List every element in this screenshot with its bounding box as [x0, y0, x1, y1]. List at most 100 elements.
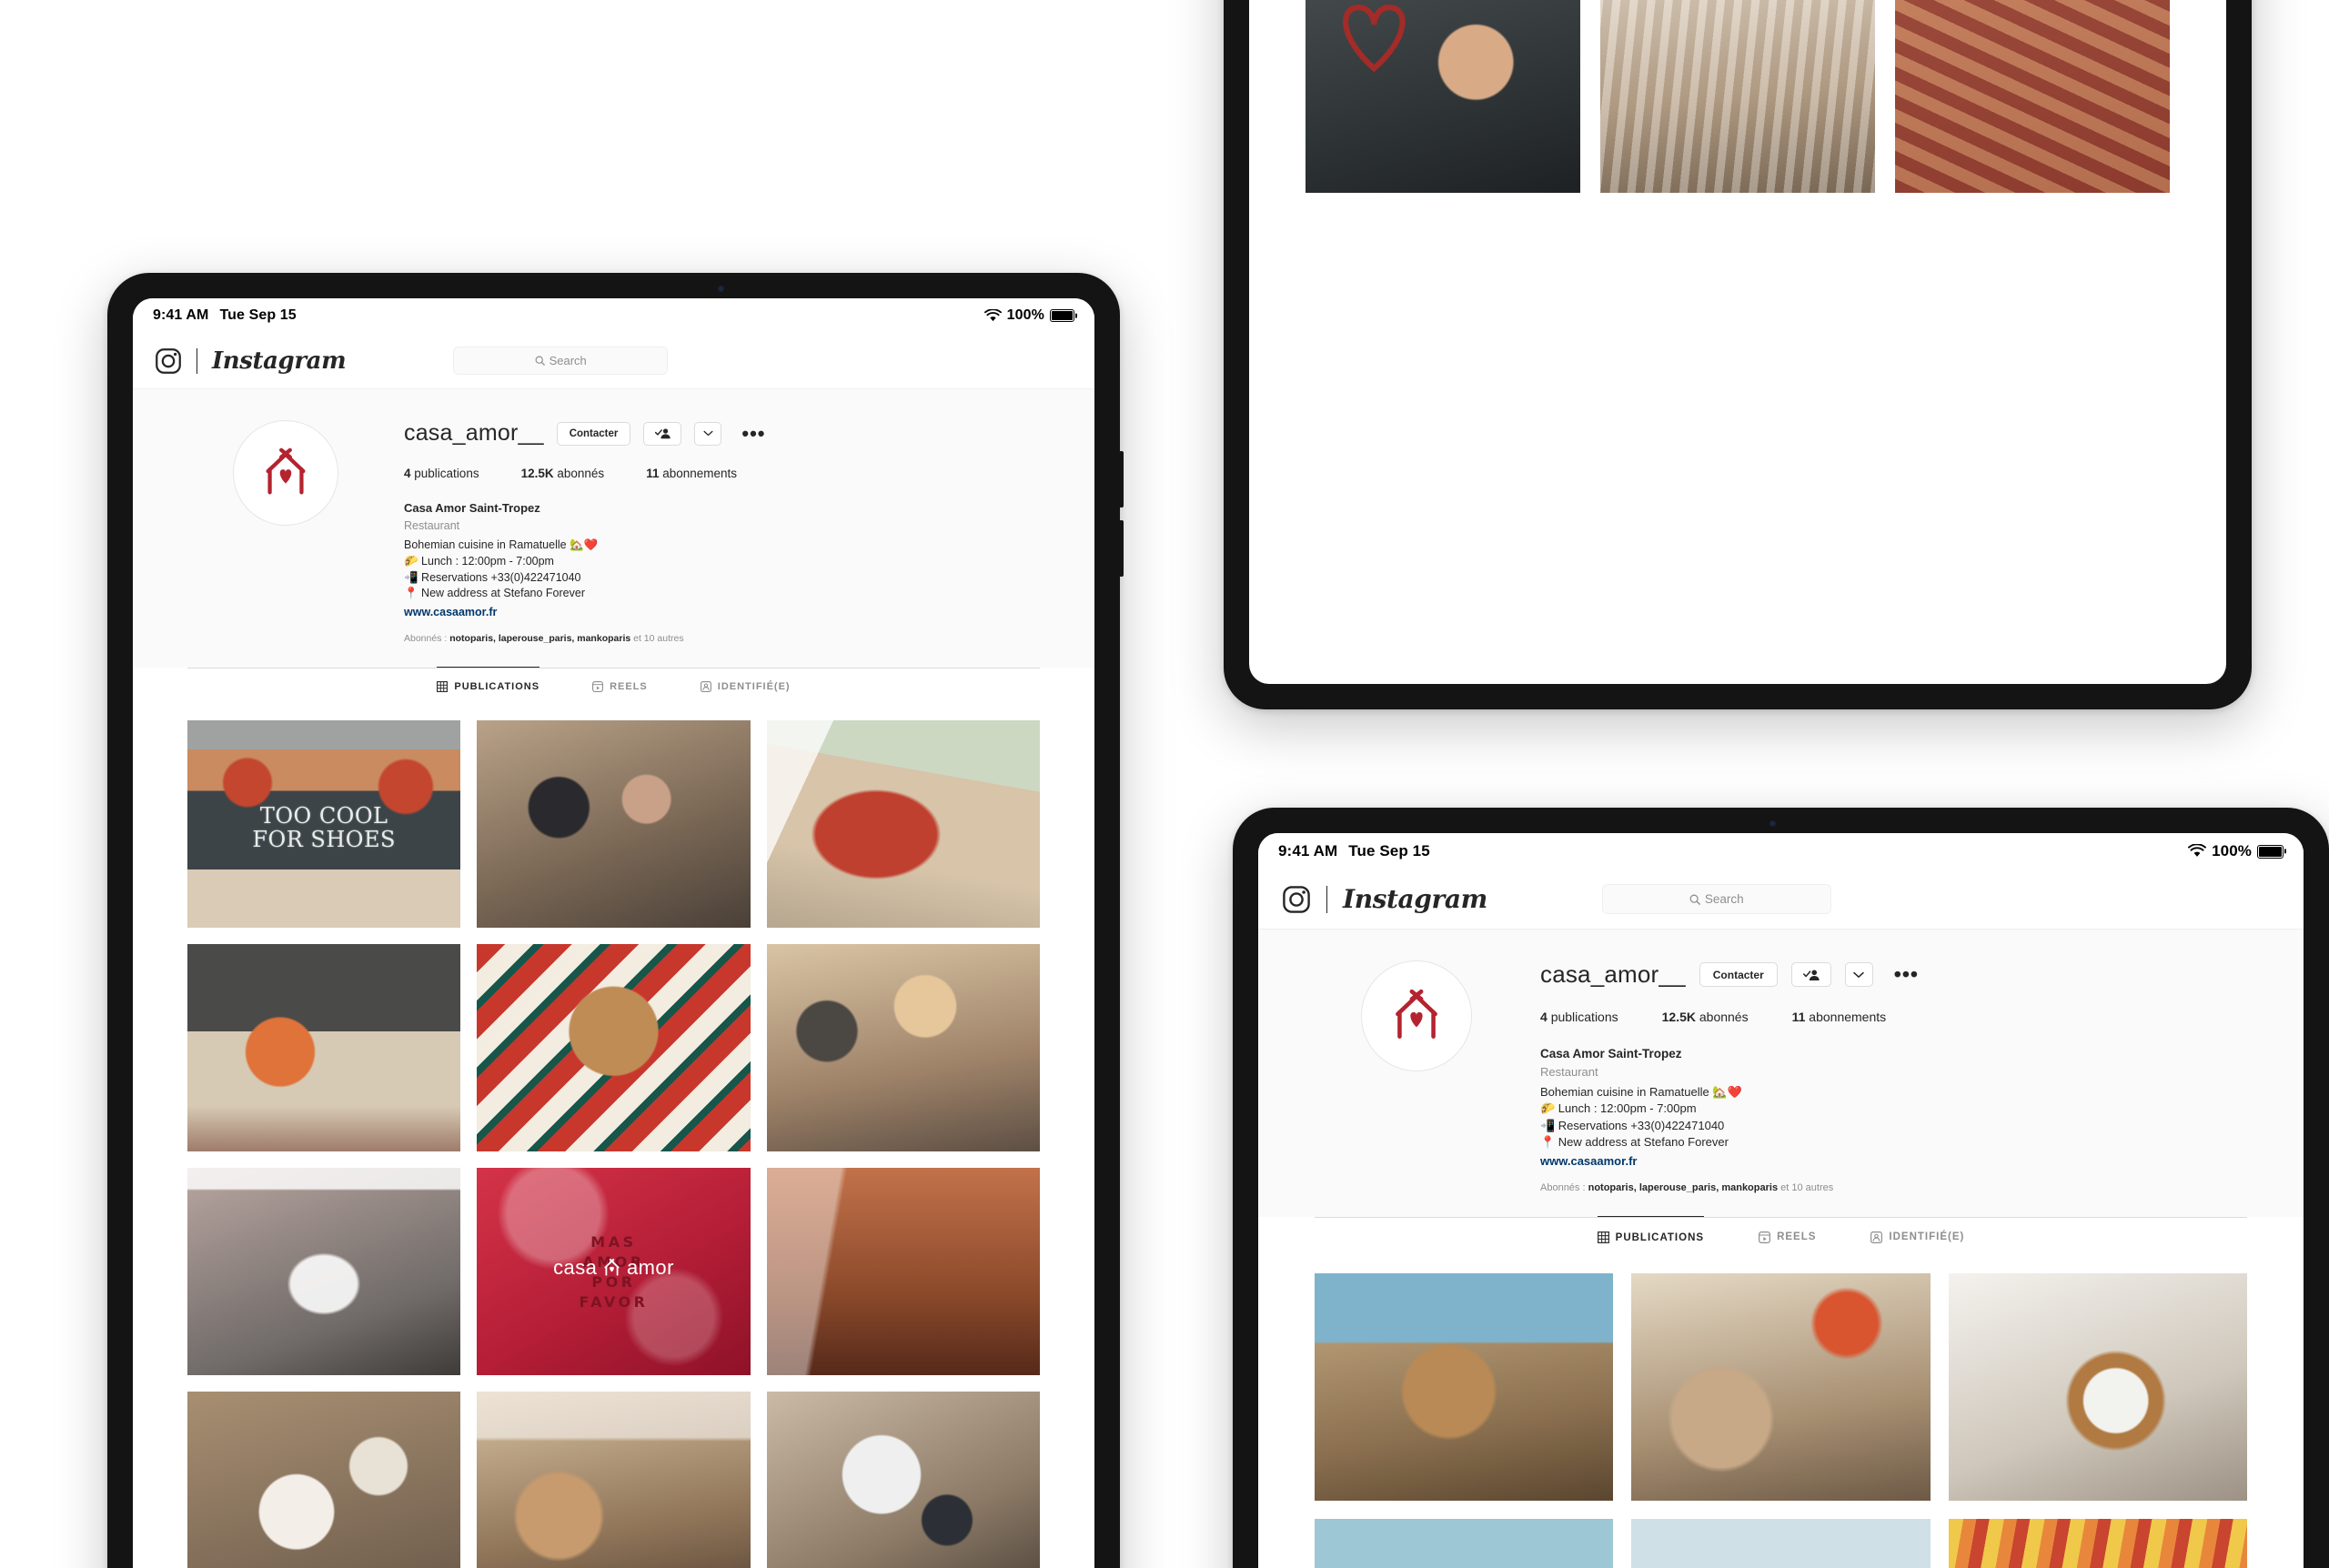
- chevron-down-icon: [1853, 971, 1865, 978]
- grid-post-grilled-steak-platter[interactable]: [1895, 0, 2170, 193]
- profile-header-bottom-right: casa_amor__ Contacter ••• 4 publications…: [1258, 930, 2304, 1217]
- bio-website-link[interactable]: www.casaamor.fr: [1540, 1153, 1637, 1170]
- grid-icon: [437, 681, 449, 693]
- profile-handle: casa_amor__: [404, 420, 544, 446]
- volume-up-button[interactable]: [1119, 451, 1124, 508]
- stat-followers[interactable]: 12.5K abonnés: [1662, 1010, 1749, 1024]
- tab-identifi-e[interactable]: IDENTIFIÉ(E): [1870, 1216, 1964, 1258]
- followed-by-names[interactable]: notoparis, laperouse_paris, mankoparis: [449, 633, 630, 644]
- heart-graffiti-icon: [1343, 4, 1406, 72]
- post-thumbnail: [1306, 0, 1580, 193]
- bio-name: Casa Amor Saint-Tropez: [404, 501, 540, 515]
- grid-post-blurred-glassware-warm[interactable]: [766, 1168, 1040, 1376]
- search-input[interactable]: Search: [1601, 884, 1831, 914]
- chalk-line-1: TOO COOL: [259, 802, 388, 829]
- instagram-wordmark: Instagram: [1343, 884, 1487, 914]
- avatar[interactable]: [233, 420, 338, 526]
- stat-following[interactable]: 11 abonnements: [646, 467, 737, 480]
- grid-post-restaurant-interior-lanterns[interactable]: [477, 1392, 751, 1568]
- instagram-camera-icon: [156, 347, 181, 374]
- stat-publications: 4 publications: [1540, 1010, 1618, 1024]
- followed-by: Abonnés : notoparis, laperouse_paris, ma…: [404, 633, 1056, 644]
- ellipsis-icon[interactable]: •••: [1894, 964, 1919, 985]
- casa-amor-house-heart-logo: [266, 447, 306, 495]
- instagram-logo[interactable]: Instagram: [155, 347, 347, 375]
- ellipsis-icon[interactable]: •••: [741, 423, 765, 444]
- photo-grid-top-right: AHORAPORFAVORcasaamorRAMATUELLE04/07_ GU…: [1249, 0, 2226, 255]
- search-icon: [535, 356, 545, 366]
- tagged-icon: [700, 680, 711, 692]
- tab-reels[interactable]: REELS: [592, 667, 648, 706]
- casa-amor-wordmark: casa amor: [477, 1256, 750, 1280]
- logo-word-right: amor: [626, 1255, 674, 1279]
- grid-post-colourful-hanging-fabrics[interactable]: [1948, 1519, 2247, 1568]
- followed-by: Abonnés : notoparis, laperouse_paris, ma…: [1540, 1182, 2263, 1193]
- grid-post-mas-amor-por-favor-poster[interactable]: MAS AMOR POR FAVOR casa amor: [477, 1168, 751, 1376]
- grid-post-beach-hut-entrance[interactable]: [1315, 1273, 1614, 1502]
- grid-post-woman-lounging-orange-dress[interactable]: [187, 944, 461, 1152]
- post-thumbnail: [1895, 0, 2170, 193]
- tab-publications[interactable]: PUBLICATIONS: [437, 667, 540, 706]
- bio-line-2: 🌮 Lunch : 12:00pm - 7:00pm: [404, 554, 554, 568]
- instagram-logo[interactable]: Instagram: [1282, 884, 1487, 914]
- grid-post-plated-dishes-on-table[interactable]: [187, 1392, 461, 1568]
- tab-label: REELS: [1777, 1231, 1817, 1243]
- battery-percent: 100%: [1006, 307, 1044, 323]
- more-options-dropdown[interactable]: [1844, 962, 1873, 987]
- contact-button[interactable]: Contacter: [1699, 962, 1778, 987]
- post-thumbnail: [1631, 1273, 1931, 1502]
- stat-following[interactable]: 11 abonnements: [1792, 1010, 1887, 1024]
- tab-identifi-e[interactable]: IDENTIFIÉ(E): [700, 667, 791, 706]
- grid-post-palm-trees-and-wood[interactable]: [1631, 1519, 1931, 1568]
- follow-button[interactable]: [1790, 962, 1831, 987]
- post-thumbnail: [187, 1168, 461, 1376]
- profile-stats: 4 publications 12.5K abonnés 11 abonneme…: [1540, 1010, 2263, 1024]
- stat-followers[interactable]: 12.5K abonnés: [521, 467, 605, 480]
- front-camera-icon: [718, 286, 724, 292]
- grid-post-hanging-textiles-and-baskets[interactable]: [1600, 0, 1875, 193]
- contact-button[interactable]: Contacter: [556, 421, 631, 446]
- grid-post-waiter-pouring-wine[interactable]: [766, 1392, 1040, 1568]
- grid-post-too-cool-for-shoes-chalkboard[interactable]: TOO COOL FOR SHOES: [187, 720, 461, 929]
- scene-canvas: AHORAPORFAVORcasaamorRAMATUELLE04/07_ GU…: [0, 0, 2329, 1568]
- search-input[interactable]: Search: [453, 347, 669, 375]
- grid-post-woman-by-heart-graffiti-wall[interactable]: [1306, 0, 1580, 193]
- grid-post-chef-plating-dish[interactable]: [1948, 1273, 2247, 1502]
- followed-by-names[interactable]: notoparis, laperouse_paris, mankoparis: [1588, 1182, 1778, 1193]
- post-thumbnail: [1631, 1519, 1931, 1568]
- more-options-dropdown[interactable]: [694, 421, 722, 446]
- profile-stats: 4 publications 12.5K abonnés 11 abonneme…: [404, 467, 1056, 480]
- status-date: Tue Sep 15: [1348, 842, 1430, 859]
- follow-button[interactable]: [643, 421, 682, 446]
- tablet-device-top-right: AHORAPORFAVORcasaamorRAMATUELLE04/07_ GU…: [1224, 0, 2252, 709]
- grid-post-hammock-and-canopy[interactable]: [766, 720, 1040, 929]
- search-placeholder: Search: [1704, 892, 1744, 906]
- casa-amor-house-icon: [604, 1259, 620, 1276]
- bio-line-1: Bohemian cuisine in Ramatuelle 🏡❤️: [1540, 1084, 1742, 1099]
- grid-icon: [1597, 1231, 1609, 1244]
- bio-website-link[interactable]: www.casaamor.fr: [404, 605, 497, 621]
- post-thumbnail: [766, 1168, 1040, 1376]
- post-thumbnail: MAS AMOR POR FAVOR casa amor: [477, 1168, 751, 1376]
- post-thumbnail: [477, 720, 751, 929]
- tab-publications[interactable]: PUBLICATIONS: [1597, 1216, 1705, 1258]
- grid-post-cocktail-in-tall-glass[interactable]: [187, 1168, 461, 1376]
- profile-bio: Casa Amor Saint-Tropez Restaurant Bohemi…: [1540, 1045, 2263, 1171]
- bio-name: Casa Amor Saint-Tropez: [1540, 1047, 1682, 1060]
- grid-post-woman-in-cowboy-hat-party[interactable]: [766, 944, 1040, 1152]
- battery-full-icon: [1050, 309, 1074, 322]
- bio-line-1: Bohemian cuisine in Ramatuelle 🏡❤️: [404, 538, 599, 552]
- grid-post-woman-on-beach[interactable]: [1315, 1519, 1614, 1568]
- logo-word-left: casa: [553, 1255, 598, 1279]
- tagged-icon: [700, 680, 711, 692]
- grid-post-tacos-on-wooden-board[interactable]: [477, 944, 751, 1152]
- avatar[interactable]: [1361, 960, 1472, 1071]
- bio-line-4: 📍 New address at Stefano Forever: [404, 587, 585, 600]
- followed-by-prefix: Abonnés :: [404, 632, 448, 644]
- bio-category: Restaurant: [404, 519, 460, 533]
- grid-post-crowd-at-beach-club[interactable]: [477, 720, 751, 929]
- volume-down-button[interactable]: [1119, 520, 1124, 577]
- status-time: 9:41 AM: [153, 307, 209, 323]
- grid-post-bohemian-lounge-seating[interactable]: [1631, 1273, 1931, 1502]
- tab-reels[interactable]: REELS: [1759, 1216, 1816, 1258]
